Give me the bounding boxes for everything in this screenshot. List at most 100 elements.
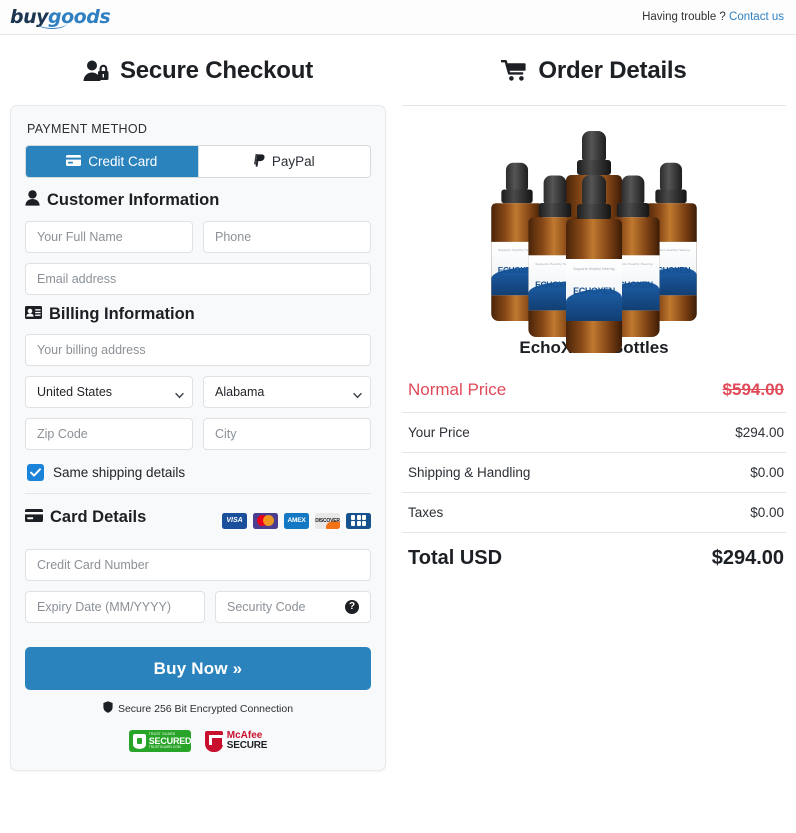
payment-method-tabs: Credit Card PayPal [25, 145, 371, 178]
billing-information-heading: Billing Information [25, 305, 371, 324]
trustguard-text: TRUST GUARD SECURED TRUSTGUARD.COM [148, 732, 192, 749]
order-details-rule [402, 105, 786, 106]
customer-information-heading: Customer Information [25, 190, 371, 211]
secure-checkout-label: Secure Checkout [119, 57, 314, 84]
card-details-label: Card Details [50, 508, 147, 526]
shield-icon [103, 701, 113, 716]
jcb-icon [346, 512, 371, 529]
billing-address-input[interactable] [25, 334, 371, 366]
mcafee-line2: SECURE [226, 740, 268, 751]
trustguard-shield-icon [132, 733, 146, 749]
payment-method-label: PAYMENT METHOD [27, 122, 148, 136]
order-details-label: Order Details [538, 57, 687, 84]
paypal-icon [253, 153, 265, 170]
summary-row-normal-price: Normal Price $594.00 [402, 376, 786, 412]
trustguard-secured-badge[interactable]: TRUST GUARD SECURED TRUSTGUARD.COM [128, 730, 192, 752]
same-shipping-checkbox[interactable] [27, 464, 44, 481]
person-icon [25, 190, 40, 211]
tab-paypal-label: PayPal [271, 154, 315, 169]
bottle-name-text: ECHOXEN [573, 286, 615, 296]
amex-icon: AMEX [284, 512, 309, 529]
bottle-sub-text: Supports Healthy Hearing [573, 267, 615, 271]
summary-label: Total USD [408, 547, 503, 569]
order-summary: Normal Price $594.00 Your Price $294.00 … [402, 376, 786, 584]
top-bar: buygoods Having trouble ? Contact us [0, 0, 796, 35]
country-select[interactable]: United States [25, 376, 193, 408]
card-details-heading: Card Details [25, 508, 146, 527]
card-number-row [25, 549, 371, 581]
credit-card-number-input[interactable] [25, 549, 371, 581]
summary-amount: $0.00 [750, 505, 784, 520]
summary-label: Taxes [408, 505, 444, 520]
expiry-date-input[interactable] [25, 591, 205, 623]
checkout-column: Secure Checkout PAYMENT METHOD Credit Ca… [0, 35, 396, 771]
same-shipping-label: Same shipping details [53, 465, 186, 480]
country-select-wrap: United States [25, 376, 193, 408]
summary-label: Your Price [408, 425, 470, 440]
phone-input[interactable] [203, 221, 371, 253]
mcafee-shield-icon [204, 730, 223, 752]
mastercard-icon [253, 512, 278, 529]
expiry-cvv-row: ? [25, 591, 371, 623]
product-bottles-graphic: Supports Healthy Hearing ECHOXEN Support… [489, 127, 699, 353]
billing-address-row [25, 334, 371, 366]
country-state-row: United States Alabama [25, 376, 371, 408]
tab-paypal[interactable]: PayPal [197, 146, 370, 177]
help-circle-icon[interactable]: ? [345, 600, 359, 614]
summary-label: Normal Price [408, 380, 507, 399]
summary-amount: $0.00 [750, 465, 784, 480]
city-input[interactable] [203, 418, 371, 450]
accepted-card-brands: VISA AMEX DISCOVER [222, 512, 371, 529]
billing-information-label: Billing Information [49, 305, 195, 323]
tab-credit-card[interactable]: Credit Card [26, 146, 198, 177]
help-area: Having trouble ? Contact us [642, 11, 784, 23]
zip-city-row [25, 418, 371, 450]
order-details-title: Order Details [402, 35, 786, 105]
email-row [25, 263, 371, 295]
mcafee-secure-badge[interactable]: McAfee SECURE [204, 730, 268, 752]
credit-card-icon [25, 508, 43, 527]
discover-text: DISCOVER [315, 517, 340, 524]
trustguard-bottom-text: TRUSTGUARD.COM [148, 744, 181, 749]
summary-label: Shipping & Handling [408, 465, 531, 480]
full-name-input[interactable] [25, 221, 193, 253]
order-details-column: Order Details Supports Healthy Hearing E… [396, 35, 796, 771]
card-details-header: Card Details VISA AMEX DISCOVER [25, 504, 371, 537]
discover-icon: DISCOVER [315, 512, 340, 529]
state-select[interactable]: Alabama [203, 376, 371, 408]
bottle-front-center: Supports Healthy Hearing ECHOXEN [566, 175, 622, 353]
summary-row-your-price: Your Price $294.00 [402, 412, 786, 452]
name-phone-row [25, 221, 371, 253]
same-shipping-row[interactable]: Same shipping details [27, 464, 371, 481]
help-text: Having trouble ? [642, 11, 726, 23]
id-card-icon [25, 305, 42, 324]
summary-amount: $294.00 [711, 547, 784, 569]
contact-us-link[interactable]: Contact us [729, 11, 784, 23]
customer-information-label: Customer Information [47, 191, 220, 209]
visa-icon: VISA [222, 512, 247, 529]
page-body: Secure Checkout PAYMENT METHOD Credit Ca… [0, 35, 796, 771]
summary-row-shipping: Shipping & Handling $0.00 [402, 452, 786, 492]
secure-connection-note: Secure 256 Bit Encrypted Connection [25, 701, 371, 716]
shopping-cart-icon [501, 59, 528, 83]
summary-row-taxes: Taxes $0.00 [402, 492, 786, 532]
buy-now-button[interactable]: Buy Now » [25, 647, 371, 690]
security-code-wrap: ? [215, 591, 371, 623]
tab-credit-card-label: Credit Card [88, 154, 158, 169]
buygoods-logo[interactable]: buygoods [10, 7, 111, 29]
summary-amount: $294.00 [735, 425, 784, 440]
product-image: Supports Healthy Hearing ECHOXEN Support… [402, 122, 786, 353]
trust-badges: TRUST GUARD SECURED TRUSTGUARD.COM McAfe… [25, 730, 371, 752]
summary-amount: $594.00 [722, 380, 784, 399]
summary-row-total: Total USD $294.00 [402, 532, 786, 584]
zip-code-input[interactable] [25, 418, 193, 450]
payment-card: PAYMENT METHOD Credit Card PayPal Custom… [10, 105, 386, 771]
secure-connection-text: Secure 256 Bit Encrypted Connection [117, 702, 294, 715]
state-select-wrap: Alabama [203, 376, 371, 408]
email-input[interactable] [25, 263, 371, 295]
mcafee-text: McAfee SECURE [226, 730, 268, 752]
card-divider [25, 493, 371, 494]
user-lock-icon [83, 59, 110, 83]
credit-card-icon [66, 154, 82, 169]
secure-checkout-title: Secure Checkout [10, 35, 386, 105]
